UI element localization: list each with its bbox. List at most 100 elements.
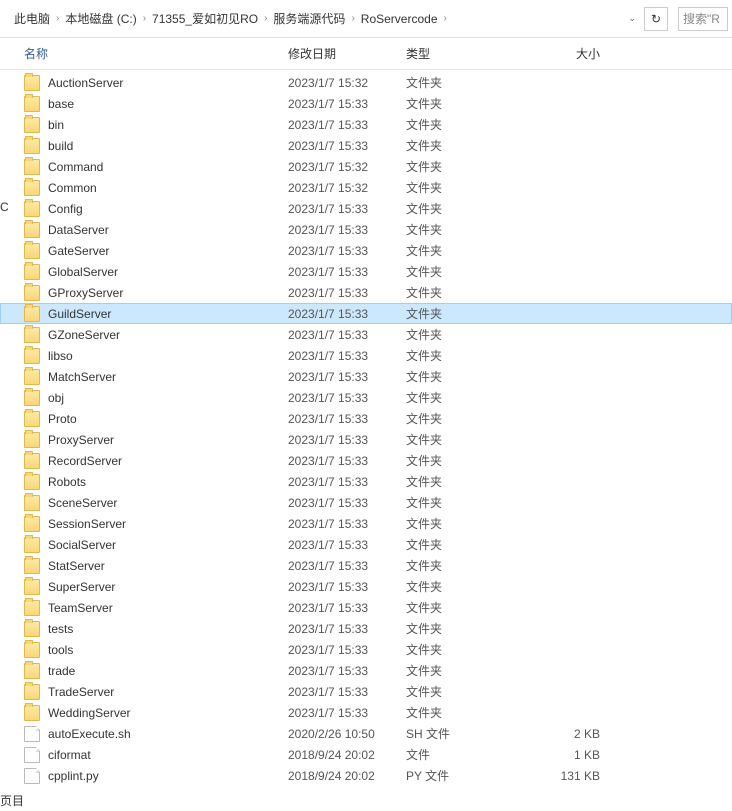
file-date: 2023/1/7 15:33 — [288, 244, 406, 258]
column-header-size[interactable]: 大小 — [522, 45, 600, 62]
file-type: 文件夹 — [406, 200, 522, 217]
file-date: 2023/1/7 15:33 — [288, 622, 406, 636]
breadcrumb[interactable]: 此电脑›本地磁盘 (C:)›71355_爱如初见RO›服务端源代码›RoServ… — [4, 5, 626, 33]
refresh-button[interactable]: ↻ — [644, 7, 668, 31]
folder-icon — [24, 264, 40, 280]
file-row[interactable]: ciformat2018/9/24 20:02文件1 KB — [0, 744, 732, 765]
file-date: 2023/1/7 15:33 — [288, 706, 406, 720]
file-row[interactable]: TeamServer2023/1/7 15:33文件夹 — [0, 597, 732, 618]
file-type: 文件夹 — [406, 473, 522, 490]
file-row[interactable]: autoExecute.sh2020/2/26 10:50SH 文件2 KB — [0, 723, 732, 744]
file-row[interactable]: SuperServer2023/1/7 15:33文件夹 — [0, 576, 732, 597]
file-row[interactable]: ProxyServer2023/1/7 15:33文件夹 — [0, 429, 732, 450]
folder-icon — [24, 663, 40, 679]
breadcrumb-item[interactable]: RoServercode — [357, 8, 442, 30]
folder-icon — [24, 432, 40, 448]
file-row[interactable]: libso2023/1/7 15:33文件夹 — [0, 345, 732, 366]
file-row[interactable]: Proto2023/1/7 15:33文件夹 — [0, 408, 732, 429]
file-row[interactable]: StatServer2023/1/7 15:33文件夹 — [0, 555, 732, 576]
file-row[interactable]: trade2023/1/7 15:33文件夹 — [0, 660, 732, 681]
file-type: 文件夹 — [406, 620, 522, 637]
file-name: AuctionServer — [48, 76, 288, 90]
file-row[interactable]: tools2023/1/7 15:33文件夹 — [0, 639, 732, 660]
chevron-right-icon: › — [262, 13, 269, 24]
folder-icon — [24, 117, 40, 133]
file-row[interactable]: RecordServer2023/1/7 15:33文件夹 — [0, 450, 732, 471]
file-row[interactable]: SceneServer2023/1/7 15:33文件夹 — [0, 492, 732, 513]
folder-icon — [24, 453, 40, 469]
file-type: 文件夹 — [406, 536, 522, 553]
file-name: build — [48, 139, 288, 153]
folder-icon — [24, 621, 40, 637]
file-date: 2023/1/7 15:33 — [288, 97, 406, 111]
file-row[interactable]: TradeServer2023/1/7 15:33文件夹 — [0, 681, 732, 702]
file-name: WeddingServer — [48, 706, 288, 720]
file-date: 2023/1/7 15:33 — [288, 286, 406, 300]
file-name: GuildServer — [48, 307, 288, 321]
file-row[interactable]: obj2023/1/7 15:33文件夹 — [0, 387, 732, 408]
file-type: 文件夹 — [406, 242, 522, 259]
file-row[interactable]: GlobalServer2023/1/7 15:33文件夹 — [0, 261, 732, 282]
file-row[interactable]: Common2023/1/7 15:32文件夹 — [0, 177, 732, 198]
folder-icon — [24, 390, 40, 406]
history-dropdown-icon[interactable]: ⌄ — [626, 13, 638, 24]
file-date: 2023/1/7 15:33 — [288, 664, 406, 678]
file-row[interactable]: SessionServer2023/1/7 15:33文件夹 — [0, 513, 732, 534]
file-row[interactable]: Robots2023/1/7 15:33文件夹 — [0, 471, 732, 492]
folder-icon — [24, 558, 40, 574]
column-header-date[interactable]: 修改日期 — [288, 45, 406, 62]
file-type: 文件夹 — [406, 515, 522, 532]
file-row[interactable]: build2023/1/7 15:33文件夹 — [0, 135, 732, 156]
breadcrumb-item[interactable]: 71355_爱如初见RO — [148, 8, 262, 30]
folder-icon — [24, 285, 40, 301]
file-row[interactable]: GProxyServer2023/1/7 15:33文件夹 — [0, 282, 732, 303]
file-row[interactable]: GZoneServer2023/1/7 15:33文件夹 — [0, 324, 732, 345]
column-header-type[interactable]: 类型 — [406, 45, 522, 62]
file-row[interactable]: bin2023/1/7 15:33文件夹 — [0, 114, 732, 135]
file-date: 2023/1/7 15:32 — [288, 181, 406, 195]
file-row[interactable]: GuildServer2023/1/7 15:33文件夹 — [0, 303, 732, 324]
file-row[interactable]: DataServer2023/1/7 15:33文件夹 — [0, 219, 732, 240]
file-row[interactable]: GateServer2023/1/7 15:33文件夹 — [0, 240, 732, 261]
chevron-right-icon: › — [141, 13, 148, 24]
file-type: 文件夹 — [406, 557, 522, 574]
file-row[interactable]: base2023/1/7 15:33文件夹 — [0, 93, 732, 114]
file-date: 2023/1/7 15:33 — [288, 223, 406, 237]
file-date: 2023/1/7 15:33 — [288, 328, 406, 342]
file-name: GlobalServer — [48, 265, 288, 279]
file-name: StatServer — [48, 559, 288, 573]
file-name: tests — [48, 622, 288, 636]
folder-icon — [24, 579, 40, 595]
breadcrumb-item[interactable]: 本地磁盘 (C:) — [61, 8, 140, 30]
file-row[interactable]: tests2023/1/7 15:33文件夹 — [0, 618, 732, 639]
file-type: 文件夹 — [406, 74, 522, 91]
file-row[interactable]: SocialServer2023/1/7 15:33文件夹 — [0, 534, 732, 555]
file-date: 2023/1/7 15:33 — [288, 496, 406, 510]
chevron-right-icon: › — [442, 13, 449, 24]
file-name: bin — [48, 118, 288, 132]
breadcrumb-item[interactable]: 服务端源代码 — [269, 8, 349, 30]
file-row[interactable]: cpplint.py2018/9/24 20:02PY 文件131 KB — [0, 765, 732, 786]
file-name: DataServer — [48, 223, 288, 237]
file-type: 文件夹 — [406, 305, 522, 322]
file-row[interactable]: MatchServer2023/1/7 15:33文件夹 — [0, 366, 732, 387]
column-header-name[interactable]: 名称 — [24, 45, 288, 62]
file-icon — [24, 768, 40, 784]
file-row[interactable]: Command2023/1/7 15:32文件夹 — [0, 156, 732, 177]
file-date: 2023/1/7 15:33 — [288, 643, 406, 657]
file-size: 131 KB — [522, 769, 600, 783]
file-type: PY 文件 — [406, 767, 522, 784]
folder-icon — [24, 516, 40, 532]
file-name: GZoneServer — [48, 328, 288, 342]
search-input[interactable]: 搜索"R — [678, 7, 728, 31]
file-type: 文件夹 — [406, 221, 522, 238]
breadcrumb-item[interactable]: 此电脑 — [10, 8, 54, 30]
file-row[interactable]: AuctionServer2023/1/7 15:32文件夹 — [0, 72, 732, 93]
file-name: obj — [48, 391, 288, 405]
file-date: 2023/1/7 15:32 — [288, 160, 406, 174]
file-row[interactable]: Config2023/1/7 15:33文件夹 — [0, 198, 732, 219]
file-row[interactable]: WeddingServer2023/1/7 15:33文件夹 — [0, 702, 732, 723]
file-name: Proto — [48, 412, 288, 426]
file-date: 2023/1/7 15:33 — [288, 433, 406, 447]
file-date: 2023/1/7 15:33 — [288, 391, 406, 405]
